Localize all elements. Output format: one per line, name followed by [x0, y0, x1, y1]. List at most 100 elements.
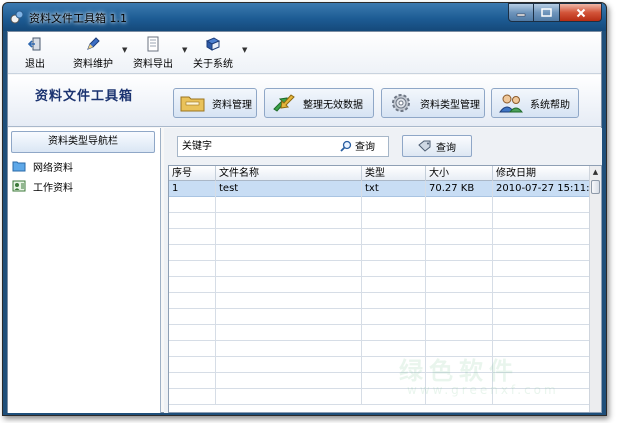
table-cell-empty [216, 389, 362, 405]
table-cell-empty [426, 293, 493, 309]
table-cell-empty [362, 341, 426, 357]
chevron-down-icon[interactable]: ▼ [182, 46, 187, 54]
table-cell-empty [216, 325, 362, 341]
maximize-icon [541, 8, 552, 17]
scroll-thumb[interactable] [591, 180, 600, 194]
sidebar-item-network-docs[interactable]: 网络资料 [12, 158, 73, 174]
query-button-label: 查询 [436, 142, 456, 154]
table-cell-empty [169, 261, 216, 277]
sidebar-item-work-docs[interactable]: 工作资料 [12, 178, 73, 194]
table-row-empty[interactable] [169, 373, 590, 389]
file-management-button[interactable]: 资料管理 [173, 88, 257, 118]
table-cell-empty [216, 261, 362, 277]
cell-index: 1 [169, 181, 216, 197]
table-row-empty[interactable] [169, 245, 590, 261]
sidebar-item-label: 工作资料 [33, 182, 73, 194]
toolbar-about[interactable]: 关于系统 [190, 36, 236, 70]
table-cell-empty [493, 357, 590, 373]
scroll-up-icon[interactable]: ▲ [590, 166, 601, 179]
table-cell-empty [169, 389, 216, 405]
search-icon [340, 140, 352, 152]
users-icon [499, 94, 524, 113]
chevron-down-icon[interactable]: ▼ [122, 46, 127, 54]
toolbar-maintain[interactable]: 资料维护 [70, 36, 116, 70]
table-cell-empty [216, 229, 362, 245]
column-header-name[interactable]: 文件名称 [216, 166, 362, 181]
file-management-label: 资料管理 [212, 99, 252, 111]
cell-size: 70.27 KB [426, 181, 493, 197]
contact-card-icon [12, 180, 26, 192]
table-cell-empty [493, 309, 590, 325]
title-bar[interactable]: 资料文件工具箱 1.1 [3, 3, 606, 31]
table-cell-empty [362, 325, 426, 341]
table-row-empty[interactable] [169, 357, 590, 373]
maximize-button[interactable] [534, 3, 560, 22]
table-cell-empty [169, 245, 216, 261]
query-button[interactable]: 查询 [402, 135, 472, 157]
table-row-empty[interactable] [169, 261, 590, 277]
table-cell-empty [169, 213, 216, 229]
sidebar-item-label: 网络资料 [33, 162, 73, 174]
table-row-empty[interactable] [169, 229, 590, 245]
inline-search-label: 查询 [355, 142, 375, 153]
table-row-empty[interactable] [169, 309, 590, 325]
column-header-modified[interactable]: 修改日期 [493, 166, 590, 181]
column-header-index[interactable]: 序号 [169, 166, 216, 181]
table-cell-empty [169, 357, 216, 373]
client-area: 退出 资料维护 ▼ 资料导出 ▼ 关于系统 ▼ 资料文件工具箱 资料管理 整理无… [7, 31, 602, 413]
table-cell-empty [493, 213, 590, 229]
table-cell-empty [426, 357, 493, 373]
table-cell-empty [362, 245, 426, 261]
banner: 资料文件工具箱 资料管理 整理无效数据 资料类型管理 系统帮助 [8, 75, 601, 127]
table-cell-empty [362, 373, 426, 389]
toolbar-export[interactable]: 资料导出 [130, 36, 176, 70]
minimize-button[interactable] [508, 3, 534, 22]
table-cell-empty [426, 389, 493, 405]
system-help-button[interactable]: 系统帮助 [491, 88, 579, 118]
table-cell-empty [216, 213, 362, 229]
table-cell-empty [426, 373, 493, 389]
window-controls [508, 3, 602, 22]
table-cell-empty [426, 245, 493, 261]
clean-invalid-data-button[interactable]: 整理无效数据 [264, 88, 374, 118]
inline-search-button[interactable]: 查询 [340, 138, 375, 153]
toolbar-exit[interactable]: 退出 [20, 36, 50, 70]
table-cell-empty [216, 357, 362, 373]
table-cell-empty [169, 293, 216, 309]
table-cell-empty [169, 229, 216, 245]
file-table: 序号 文件名称 类型 大小 修改日期 1 test txt 70.27 KB 2… [168, 165, 602, 413]
table-cell-empty [493, 261, 590, 277]
table-row-empty[interactable] [169, 293, 590, 309]
table-cell-empty [216, 341, 362, 357]
type-management-button[interactable]: 资料类型管理 [381, 88, 485, 118]
table-row-empty[interactable] [169, 325, 590, 341]
folder-icon [180, 96, 205, 112]
table-cell-empty [493, 293, 590, 309]
app-logo-icon [10, 10, 24, 24]
table-row-empty[interactable] [169, 197, 590, 213]
toolbar-exit-label: 退出 [25, 59, 45, 70]
table-cell-empty [426, 341, 493, 357]
table-row[interactable]: 1 test txt 70.27 KB 2010-07-27 15:11:47 [169, 181, 590, 197]
table-body: 1 test txt 70.27 KB 2010-07-27 15:11:47 [169, 181, 590, 412]
refresh-arrows-icon [273, 94, 295, 112]
tag-search-icon [418, 140, 431, 152]
column-header-size[interactable]: 大小 [426, 166, 493, 181]
table-cell-empty [493, 325, 590, 341]
toolbar-maintain-label: 资料维护 [73, 59, 113, 70]
table-row-empty[interactable] [169, 213, 590, 229]
table-row-empty[interactable] [169, 277, 590, 293]
column-header-type[interactable]: 类型 [362, 166, 426, 181]
gear-icon [392, 94, 410, 112]
app-window: 资料文件工具箱 1.1 退出 资料维护 ▼ 资料导出 ▼ 关于系统 ▼ 资料文件… [2, 2, 607, 416]
table-cell-empty [426, 325, 493, 341]
vertical-scrollbar[interactable]: ▲ [589, 166, 601, 412]
close-button[interactable] [560, 3, 602, 22]
cell-name: test [216, 181, 362, 197]
table-row-empty[interactable] [169, 341, 590, 357]
close-icon [576, 8, 585, 17]
table-row-empty[interactable] [169, 389, 590, 405]
table-cell-empty [216, 293, 362, 309]
table-cell-empty [362, 309, 426, 325]
chevron-down-icon[interactable]: ▼ [242, 46, 247, 54]
